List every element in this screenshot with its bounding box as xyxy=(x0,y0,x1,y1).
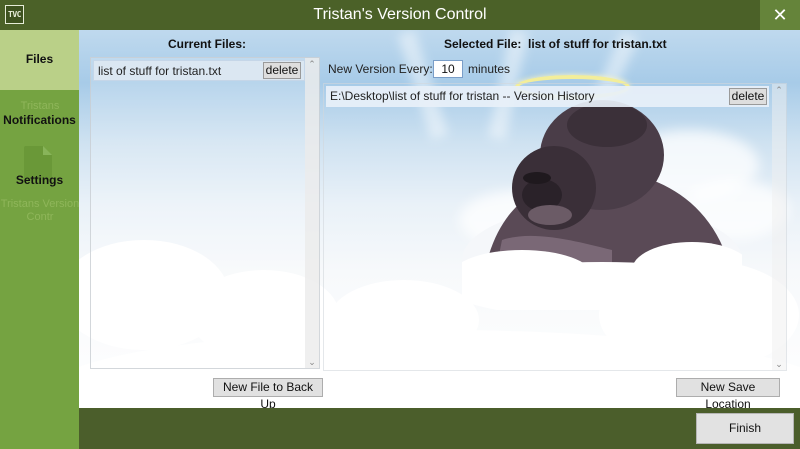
scroll-down-icon[interactable]: ⌄ xyxy=(772,358,786,370)
version-interval-unit: minutes xyxy=(468,62,511,76)
sidebar: Files Tristans Notifications Settings Tr… xyxy=(0,30,79,449)
sidebar-item-settings[interactable]: Settings Tristans Version Contr xyxy=(0,166,79,226)
sidebar-ghost-text: Tristans xyxy=(20,100,60,112)
sidebar-item-notifications-label: Notifications xyxy=(3,113,76,127)
delete-file-button[interactable]: delete xyxy=(263,62,301,79)
sidebar-ghost-text: Tristans Version Contr xyxy=(0,198,79,223)
sidebar-item-files[interactable]: Files xyxy=(0,30,79,90)
version-history-list[interactable]: E:\Desktop\list of stuff for tristan -- … xyxy=(323,83,787,371)
finish-button[interactable]: Finish xyxy=(696,413,794,444)
scroll-down-icon[interactable]: ⌄ xyxy=(305,356,319,368)
sidebar-item-notifications[interactable]: Tristans Notifications xyxy=(0,92,79,138)
file-name: list of stuff for tristan.txt xyxy=(98,64,222,78)
footer-bar xyxy=(79,408,800,449)
list-item[interactable]: E:\Desktop\list of stuff for tristan -- … xyxy=(326,86,769,107)
version-interval-input[interactable]: 10 xyxy=(433,60,463,78)
history-scrollbar[interactable]: ⌃ ⌄ xyxy=(772,84,786,370)
files-scrollbar[interactable]: ⌃ ⌄ xyxy=(305,58,319,368)
title-bar: TVC Tristan's Version Control ✕ xyxy=(0,0,800,30)
scroll-up-icon[interactable]: ⌃ xyxy=(772,84,786,96)
version-interval-label: New Version Every: xyxy=(328,62,433,76)
new-save-location-button[interactable]: New Save Location xyxy=(676,378,780,411)
selected-file-name: list of stuff for tristan.txt xyxy=(528,37,667,51)
delete-history-button[interactable]: delete xyxy=(729,88,767,105)
selected-file-label: Selected File: xyxy=(444,37,522,51)
history-path: E:\Desktop\list of stuff for tristan -- … xyxy=(330,89,595,103)
new-file-button[interactable]: New File to Back Up xyxy=(213,378,323,411)
current-files-list[interactable]: list of stuff for tristan.txt delete ⌃ ⌄ xyxy=(90,57,320,369)
close-button[interactable]: ✕ xyxy=(760,0,800,30)
current-files-label: Current Files: xyxy=(168,37,247,51)
list-item[interactable]: list of stuff for tristan.txt delete xyxy=(93,60,305,81)
window-title: Tristan's Version Control xyxy=(313,6,487,23)
scroll-up-icon[interactable]: ⌃ xyxy=(305,58,319,70)
sidebar-item-settings-label: Settings xyxy=(15,173,64,187)
sidebar-item-files-label: Files xyxy=(25,52,54,66)
